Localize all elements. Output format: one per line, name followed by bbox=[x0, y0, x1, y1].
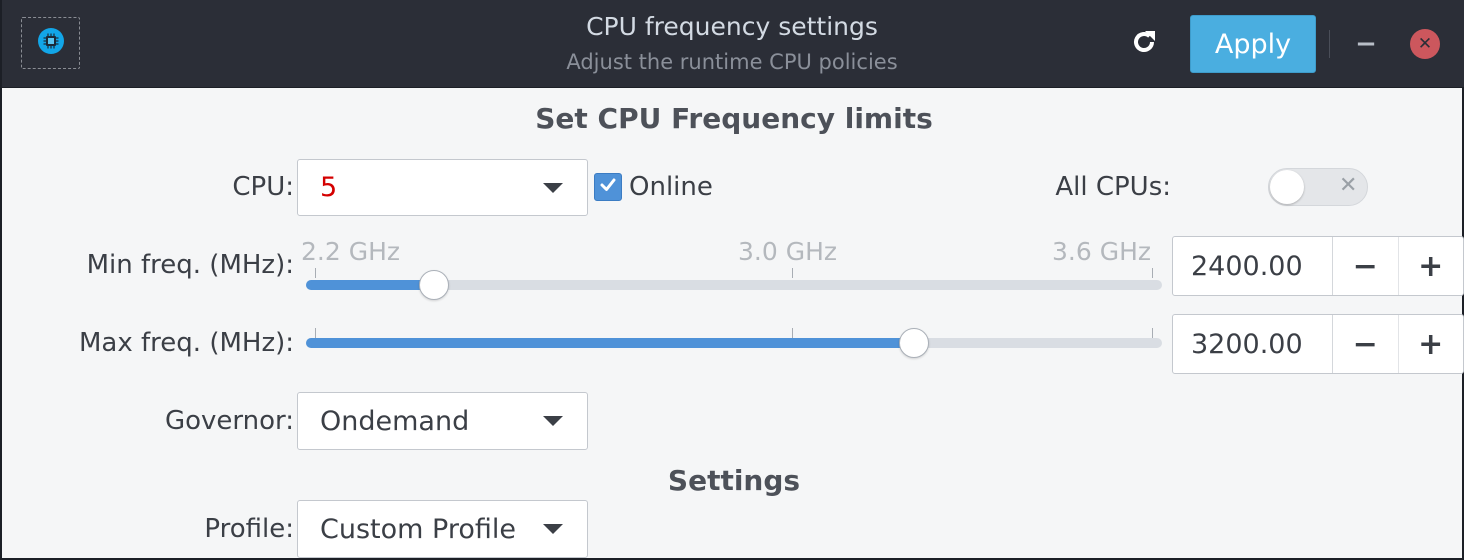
minimize-button[interactable]: − bbox=[1350, 26, 1382, 62]
window-subtitle: Adjust the runtime CPU policies bbox=[566, 50, 898, 74]
refresh-icon bbox=[1130, 28, 1158, 60]
refresh-button[interactable] bbox=[1126, 26, 1162, 62]
slider-tick bbox=[315, 268, 316, 278]
tick-label-max: 3.6 GHz bbox=[1052, 237, 1151, 266]
online-checkbox[interactable] bbox=[594, 173, 622, 201]
section-title-limits: Set CPU Frequency limits bbox=[535, 102, 933, 135]
max-freq-input[interactable]: 3200.00 bbox=[1173, 315, 1333, 373]
profile-select[interactable]: Custom Profile bbox=[297, 500, 588, 558]
chevron-down-icon bbox=[543, 416, 563, 426]
switch-knob bbox=[1270, 170, 1304, 204]
profile-label: Profile: bbox=[204, 514, 294, 544]
min-freq-spinbutton: 2400.00 − + bbox=[1172, 236, 1464, 296]
governor-label: Governor: bbox=[164, 406, 294, 436]
governor-select-value: Ondemand bbox=[320, 405, 470, 437]
min-freq-input[interactable]: 2400.00 bbox=[1173, 237, 1333, 295]
header-bar: CPU frequency settings Adjust the runtim… bbox=[2, 0, 1464, 88]
governor-select[interactable]: Ondemand bbox=[297, 392, 588, 450]
max-freq-decrease-button[interactable]: − bbox=[1333, 315, 1398, 373]
header-separator bbox=[1329, 30, 1330, 58]
tick-label-mid: 3.0 GHz bbox=[738, 237, 837, 266]
close-button[interactable]: ✕ bbox=[1410, 29, 1440, 59]
min-freq-label: Min freq. (MHz): bbox=[86, 250, 294, 280]
window-title: CPU frequency settings bbox=[586, 12, 878, 41]
min-freq-slider-handle[interactable] bbox=[419, 270, 450, 300]
slider-tick bbox=[792, 268, 793, 278]
max-freq-slider[interactable] bbox=[306, 338, 1162, 348]
min-freq-increase-button[interactable]: + bbox=[1397, 237, 1464, 295]
chevron-down-icon bbox=[543, 524, 563, 534]
min-freq-slider-fill bbox=[306, 280, 435, 290]
slider-tick bbox=[792, 328, 793, 338]
cpu-chip-icon bbox=[37, 28, 64, 58]
max-freq-label: Max freq. (MHz): bbox=[79, 328, 294, 358]
max-freq-slider-handle[interactable] bbox=[898, 328, 929, 358]
apply-button[interactable]: Apply bbox=[1190, 15, 1316, 73]
section-title-settings: Settings bbox=[667, 464, 801, 497]
chevron-down-icon bbox=[543, 182, 563, 193]
min-freq-decrease-button[interactable]: − bbox=[1333, 237, 1398, 295]
cpu-select[interactable]: 5 bbox=[297, 159, 588, 216]
profile-select-value: Custom Profile bbox=[320, 513, 516, 545]
cpu-label: CPU: bbox=[232, 172, 294, 202]
checkmark-icon bbox=[598, 175, 618, 199]
app-window: CPU frequency settings Adjust the runtim… bbox=[0, 0, 1464, 560]
all-cpus-label: All CPUs: bbox=[1055, 172, 1171, 202]
app-menu-button[interactable] bbox=[21, 17, 80, 69]
close-icon: ✕ bbox=[1417, 33, 1433, 54]
max-freq-spinbutton: 3200.00 − + bbox=[1172, 314, 1464, 374]
minimize-icon: − bbox=[1355, 29, 1377, 59]
max-freq-increase-button[interactable]: + bbox=[1397, 315, 1464, 373]
tick-label-min: 2.2 GHz bbox=[301, 237, 400, 266]
slider-tick bbox=[1152, 328, 1153, 338]
switch-off-icon: ✕ bbox=[1339, 173, 1358, 198]
online-label: Online bbox=[629, 172, 713, 202]
max-freq-slider-fill bbox=[306, 338, 914, 348]
slider-tick bbox=[315, 328, 316, 338]
slider-tick bbox=[1152, 268, 1153, 278]
all-cpus-switch[interactable]: ✕ bbox=[1268, 168, 1368, 206]
cpu-select-value: 5 bbox=[320, 172, 338, 203]
